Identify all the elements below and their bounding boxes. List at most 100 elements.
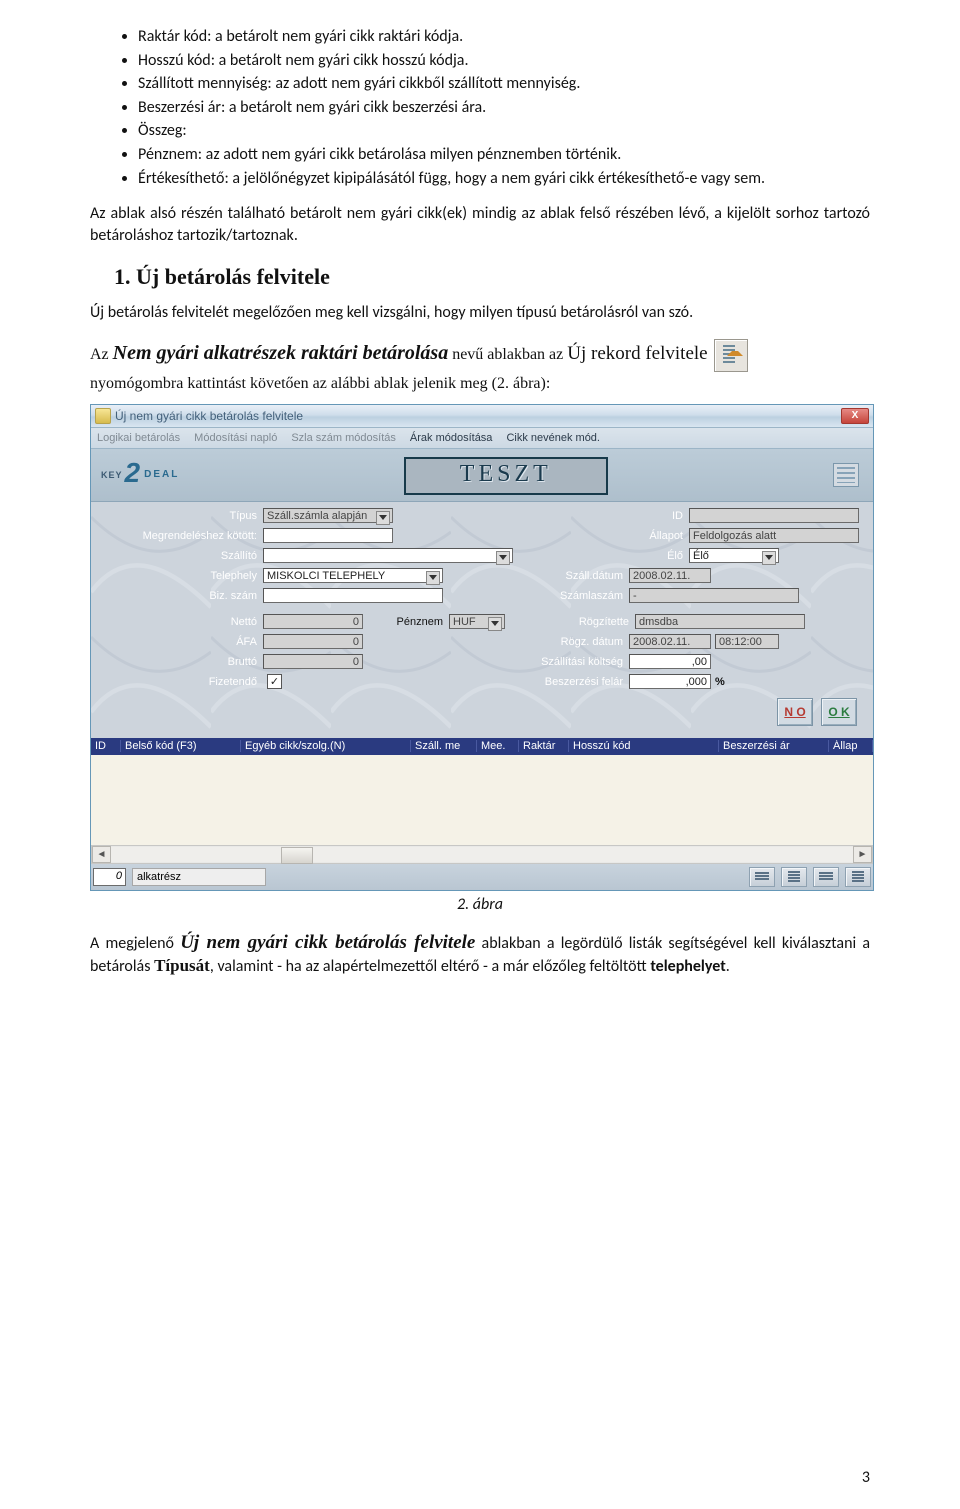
paragraph-after-figure: A megjelenő Új nem gyári cikk betárolás … [90,930,870,979]
label-szamlaszam: Számlaszám [453,590,629,602]
scroll-right-icon[interactable]: ► [853,846,872,863]
new-record-icon [714,339,748,372]
no-button[interactable]: N O [777,698,813,726]
szkolt-field[interactable]: ,00 [629,654,711,669]
allapot-field: Feldolgozás alatt [689,528,859,543]
netto-field: 0 [263,614,363,629]
horizontal-scrollbar[interactable]: ◄ ► [91,845,873,864]
label-beszfelar: Beszerzési felár [439,676,629,688]
rogzit-field: dmsdba [635,614,805,629]
menu-item-logikai[interactable]: Logikai betárolás [97,432,180,444]
label-rogzdatum: Rögz. dátum [509,636,629,648]
definition-bullet-list: Raktár kód: a betárolt nem gyári cikk ra… [90,26,870,189]
button-row: N O O K [97,692,867,732]
window-name-ref: Nem gyári alkatrészek raktári betárolása [113,342,449,364]
bullet-item: Értékesíthető: a jelölőnégyzet kipipálás… [138,168,870,190]
col-raktar[interactable]: Raktár [519,740,569,752]
count-box: 0 [93,868,126,886]
section-heading: 1. Új betárolás felvitele [114,264,870,290]
form-area: Típus Száll.számla alapján ID Megrendelé… [91,502,873,738]
figure-screenshot: Új nem gyári cikk betárolás felvitele X … [90,404,870,891]
col-egyeb[interactable]: Egyéb cikk/szolg.(N) [241,740,411,752]
bizszam-field[interactable] [263,588,443,603]
action-name-ref: Új rekord felvitele [567,343,707,364]
field-name-ref: telephelyet [650,957,725,976]
label-rogzit: Rögzítette [515,616,635,628]
toolbar-btn-3[interactable] [813,867,839,887]
menu-item-modnaplo[interactable]: Módosítási napló [194,432,277,444]
menu-item-szlaszam[interactable]: Szla szám módosítás [291,432,396,444]
label-netto: Nettó [97,616,263,628]
rogzdatum-time: 08:12:00 [715,634,779,649]
bullet-item: Pénznem: az adott nem gyári cikk betárol… [138,144,870,166]
id-field [689,508,859,523]
col-beszar[interactable]: Beszerzési ár [719,740,829,752]
ok-button[interactable]: O K [821,698,857,726]
teszt-badge: TESZT [404,457,608,495]
bullet-item: Beszerzési ár: a betárolt nem gyári cikk… [138,97,870,119]
afa-field: 0 [263,634,363,649]
telephely-select[interactable]: MISKOLCI TELEPHELY [263,568,443,583]
col-mee[interactable]: Mee. [477,740,519,752]
menu-item-cikknev[interactable]: Cikk nevének mód. [506,432,600,444]
szallito-select[interactable] [263,548,513,563]
close-icon[interactable]: X [841,408,869,424]
label-fizetendo: Fizetendő [97,676,263,688]
penznem-select[interactable]: HUF [449,614,505,629]
menubar: Logikai betárolás Módosítási napló Szla … [91,428,873,449]
percent-label: % [715,676,725,688]
paragraph-with-refs: Az Nem gyári alkatrészek raktári betárol… [90,338,870,396]
bullet-item: Szállított mennyiség: az adott nem gyári… [138,73,870,95]
szalldatum-field[interactable]: 2008.02.11. [629,568,711,583]
toolbar-btn-2[interactable] [781,867,807,887]
label-allapot: Állapot [623,530,689,542]
window-title: Új nem gyári cikk betárolás felvitele [115,409,841,423]
paragraph: Új betárolás felvitelét megelőzően meg k… [90,302,870,324]
bullet-item: Hosszú kód: a betárolt nem gyári cikk ho… [138,50,870,72]
grid-header: ID Belső kód (F3) Egyéb cikk/szolg.(N) S… [91,738,873,755]
app-window: Új nem gyári cikk betárolás felvitele X … [90,404,874,891]
szamlaszam-field: - [629,588,799,603]
label-telephely: Telephely [97,570,263,582]
label-afa: ÁFA [97,636,263,648]
banner-list-icon[interactable] [833,463,859,487]
page-number: 3 [862,1468,870,1487]
app-icon [95,408,111,424]
scroll-left-icon[interactable]: ◄ [92,846,111,863]
tipus-select[interactable]: Száll.számla alapján [263,508,393,523]
toolbar-btn-1[interactable] [749,867,775,887]
label-id: ID [623,510,689,522]
brutto-field: 0 [263,654,363,669]
toolbar-btn-4[interactable] [845,867,871,887]
col-belsokod[interactable]: Belső kód (F3) [121,740,241,752]
col-allap[interactable]: Állap [829,740,873,752]
label-bizszam: Biz. szám [97,590,263,602]
label-megrend: Megrendeléshez kötött: [97,530,263,542]
col-szallme[interactable]: Száll. me [411,740,477,752]
figure-caption: 2. ábra [90,895,870,914]
label-tipus: Típus [97,510,263,522]
paragraph: Az ablak alsó részén található betárolt … [90,203,870,246]
col-id[interactable]: ID [91,740,121,752]
window-name-ref: Új nem gyári cikk betárolás felvitele [180,932,475,953]
status-row: 0 alkatrész [91,864,873,890]
label-penznem: Pénznem [373,616,449,628]
field-name-ref: Típusát [154,956,210,975]
grid-body-empty [91,755,873,845]
col-hosszu[interactable]: Hosszú kód [569,740,719,752]
bullet-item: Összeg: [138,120,870,142]
bullet-item: Raktár kód: a betárolt nem gyári cikk ra… [138,26,870,48]
label-szalldatum: Száll.dátum [453,570,629,582]
megrend-field[interactable] [263,528,393,543]
key2deal-logo: KEY2DEAL [101,459,191,491]
banner: KEY2DEAL TESZT [91,449,873,502]
beszfelar-field[interactable]: ,000 [629,674,711,689]
menu-item-arak[interactable]: Árak módosítása [410,432,493,444]
scroll-thumb[interactable] [281,847,313,864]
alkatresz-box: alkatrész [132,868,266,886]
titlebar: Új nem gyári cikk betárolás felvitele X [91,405,873,428]
fizetendo-checkbox[interactable]: ✓ [267,674,282,689]
label-brutto: Bruttó [97,656,263,668]
elo-select[interactable]: Élő [689,548,779,563]
label-elo: Élő [623,550,689,562]
